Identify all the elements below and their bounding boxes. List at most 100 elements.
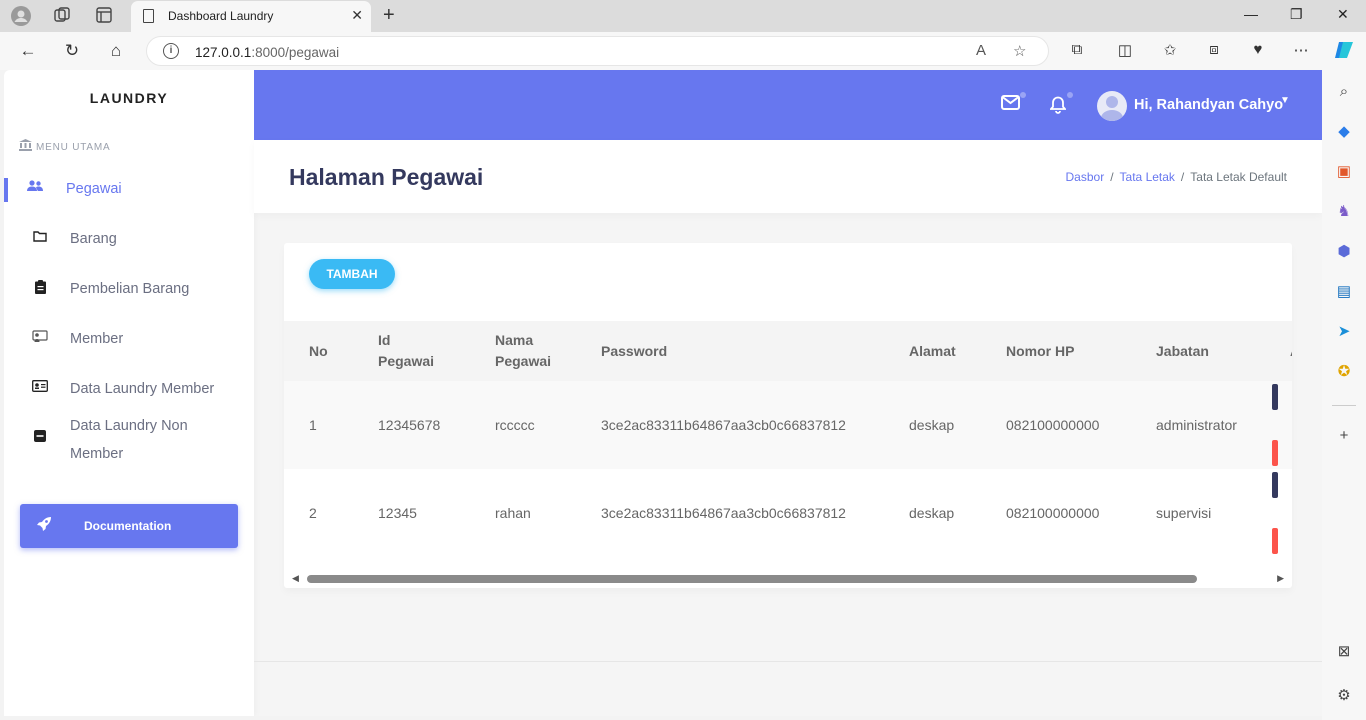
screenshot-icon[interactable]: ⊠ (1334, 642, 1354, 662)
breadcrumb: Dasbor / Tata Letak / Tata Letak Default (1066, 170, 1287, 184)
performance-icon[interactable]: ♥ (1248, 41, 1268, 58)
tab-dashboard-laundry[interactable]: Dashboard Laundry ✕ (131, 1, 371, 32)
new-tab-icon[interactable]: + (383, 4, 395, 27)
read-aloud-icon[interactable]: A (976, 42, 986, 59)
table-container[interactable]: No Id Pegawai Nama Pegawai Password Alamat… (284, 321, 1292, 571)
address-bar[interactable]: i 127.0.0.1:8000/pegawai A ☆ (146, 36, 1049, 66)
scroll-right-icon[interactable]: ▶ (1277, 573, 1284, 584)
col-header-alamat: Alamat (909, 342, 956, 359)
scrollbar-thumb[interactable] (307, 575, 1197, 583)
sidebar-item-pegawai[interactable]: Pegawai (4, 170, 254, 210)
search-icon[interactable]: ⌕ (1334, 82, 1354, 102)
page-title: Halaman Pegawai (289, 164, 484, 190)
tab-actions-icon[interactable] (94, 6, 114, 26)
sidebar-item-barang[interactable]: Barang (4, 220, 254, 260)
address-toolbar: ← ↻ ⌂ i 127.0.0.1:8000/pegawai A ☆ ⧉ ◫ ✩… (0, 32, 1366, 70)
edit-button[interactable] (1272, 384, 1278, 410)
tools-icon[interactable]: ▣ (1334, 162, 1354, 182)
settings-gear-icon[interactable]: ⚙ (1334, 686, 1354, 706)
favorites-icon[interactable]: ✩ (1160, 41, 1180, 59)
pegawai-table: No Id Pegawai Nama Pegawai Password Alamat… (284, 321, 1292, 557)
url-text[interactable]: 127.0.0.1:8000/pegawai (195, 45, 339, 60)
sidebar-item-data-laundry-member[interactable]: Data Laundry Member (4, 370, 254, 410)
site-info-icon[interactable]: i (163, 43, 179, 59)
delete-button[interactable] (1272, 440, 1278, 466)
sidebar: LAUNDRY MENU UTAMA Pegawai Barang Pembel… (4, 70, 254, 716)
table-row: 1 12345678 rccccc 3ce2ac83311b64867aa3cb… (284, 381, 1292, 469)
page: LAUNDRY MENU UTAMA Pegawai Barang Pembel… (4, 70, 1322, 716)
caret-down-icon[interactable]: ▼ (1280, 95, 1290, 106)
split-screen-icon[interactable]: ◫ (1115, 41, 1135, 59)
table-row: 2 12345 rahan 3ce2ac83311b64867aa3cb0c66… (284, 469, 1292, 557)
close-tab-icon[interactable]: ✕ (351, 7, 363, 24)
edit-button[interactable] (1272, 472, 1278, 498)
outlook-icon[interactable]: ▤ (1334, 282, 1354, 302)
cell-alamat: deskap (909, 417, 955, 433)
cell-id: 12345 (378, 505, 417, 521)
avatar[interactable] (1097, 91, 1127, 121)
browser-side-rail: ⌕ ◆ ▣ ♞ ⬢ ▤ ➤ ✪ + ⊠ ⚙ (1322, 70, 1366, 720)
copilot-icon[interactable] (1333, 39, 1353, 65)
more-menu-icon[interactable]: ⋯ (1291, 41, 1311, 59)
envelope-icon[interactable] (1001, 94, 1020, 115)
footer-divider (254, 661, 1322, 662)
notification-indicator (1067, 92, 1073, 98)
games-icon[interactable]: ♞ (1334, 202, 1354, 222)
cell-actions (1265, 469, 1292, 557)
sidebar-item-member[interactable]: Member (4, 320, 254, 360)
sidebar-item-label: Pegawai (66, 181, 122, 197)
section-header: Halaman Pegawai Dasbor / Tata Letak / Tata L… (254, 140, 1322, 213)
col-header-nomor-hp: Nomor HP (1006, 342, 1075, 359)
cell-no: 1 (309, 417, 317, 433)
avatar-head (1106, 96, 1118, 108)
scroll-left-icon[interactable]: ◀ (292, 573, 299, 584)
folder-icon (31, 230, 49, 245)
back-icon[interactable]: ← (17, 40, 39, 62)
pegawai-card: TAMBAH No Id Pegawai Nama Pegawai Password… (284, 243, 1292, 588)
shopping-tag-icon[interactable]: ◆ (1334, 122, 1354, 142)
documentation-button[interactable]: Documentation (20, 504, 238, 548)
cell-no: 2 (309, 505, 317, 521)
cell-hp: 082100000000 (1006, 417, 1100, 433)
horizontal-scrollbar[interactable]: ◀ ▶ (284, 573, 1292, 585)
workspaces-icon[interactable] (52, 6, 72, 26)
collections-icon[interactable]: ⧈ (1204, 41, 1224, 58)
sidebar-item-label-line2: Member (70, 446, 124, 462)
col-header-nama-pegawai: Nama Pegawai (495, 332, 552, 369)
sidebar-item-label: Barang (70, 231, 117, 247)
refresh-icon[interactable]: ↻ (61, 40, 83, 62)
breadcrumb-dasbor[interactable]: Dasbor (1066, 170, 1105, 184)
user-greeting[interactable]: Hi, Rahandyan Cahyo (1134, 97, 1283, 113)
cell-password: 3ce2ac83311b64867aa3cb0c66837812 (601, 417, 846, 433)
office-icon[interactable]: ⬢ (1334, 242, 1354, 262)
brand-logo[interactable]: LAUNDRY (4, 90, 254, 106)
tambah-button[interactable]: TAMBAH (309, 259, 395, 289)
active-indicator (4, 178, 8, 202)
col-header-jabatan: Jabatan (1156, 342, 1209, 359)
tab-title: Dashboard Laundry (168, 9, 274, 23)
sidebar-item-pembelian-barang[interactable]: Pembelian Barang (4, 270, 254, 310)
minimize-icon[interactable]: — (1244, 6, 1258, 22)
breadcrumb-separator: / (1110, 170, 1114, 184)
add-icon[interactable]: + (1334, 426, 1354, 446)
delete-button[interactable] (1272, 528, 1278, 554)
sidebar-item-label: Data Laundry Member (70, 381, 215, 397)
favorite-star-icon[interactable]: ☆ (1013, 42, 1026, 60)
send-icon[interactable]: ➤ (1334, 322, 1354, 342)
restore-icon[interactable]: ❐ (1290, 6, 1303, 23)
sidebar-item-data-laundry-non-member[interactable]: Data Laundry Non Member (4, 412, 254, 468)
profile-icon[interactable] (11, 6, 31, 26)
close-window-icon[interactable]: ✕ (1337, 6, 1349, 23)
breadcrumb-tata-letak[interactable]: Tata Letak (1120, 170, 1175, 184)
rewards-icon[interactable]: ✪ (1334, 362, 1354, 382)
member-icon (31, 330, 49, 346)
minus-square-icon (31, 430, 49, 445)
extensions-icon[interactable]: ⧉ (1067, 41, 1087, 58)
cell-nama: rahan (495, 505, 531, 521)
cell-hp: 082100000000 (1006, 505, 1100, 521)
home-icon[interactable]: ⌂ (105, 40, 127, 62)
clipboard-icon (31, 280, 49, 297)
bell-icon[interactable] (1049, 96, 1067, 119)
page-icon (143, 9, 154, 23)
bank-icon (19, 139, 32, 151)
